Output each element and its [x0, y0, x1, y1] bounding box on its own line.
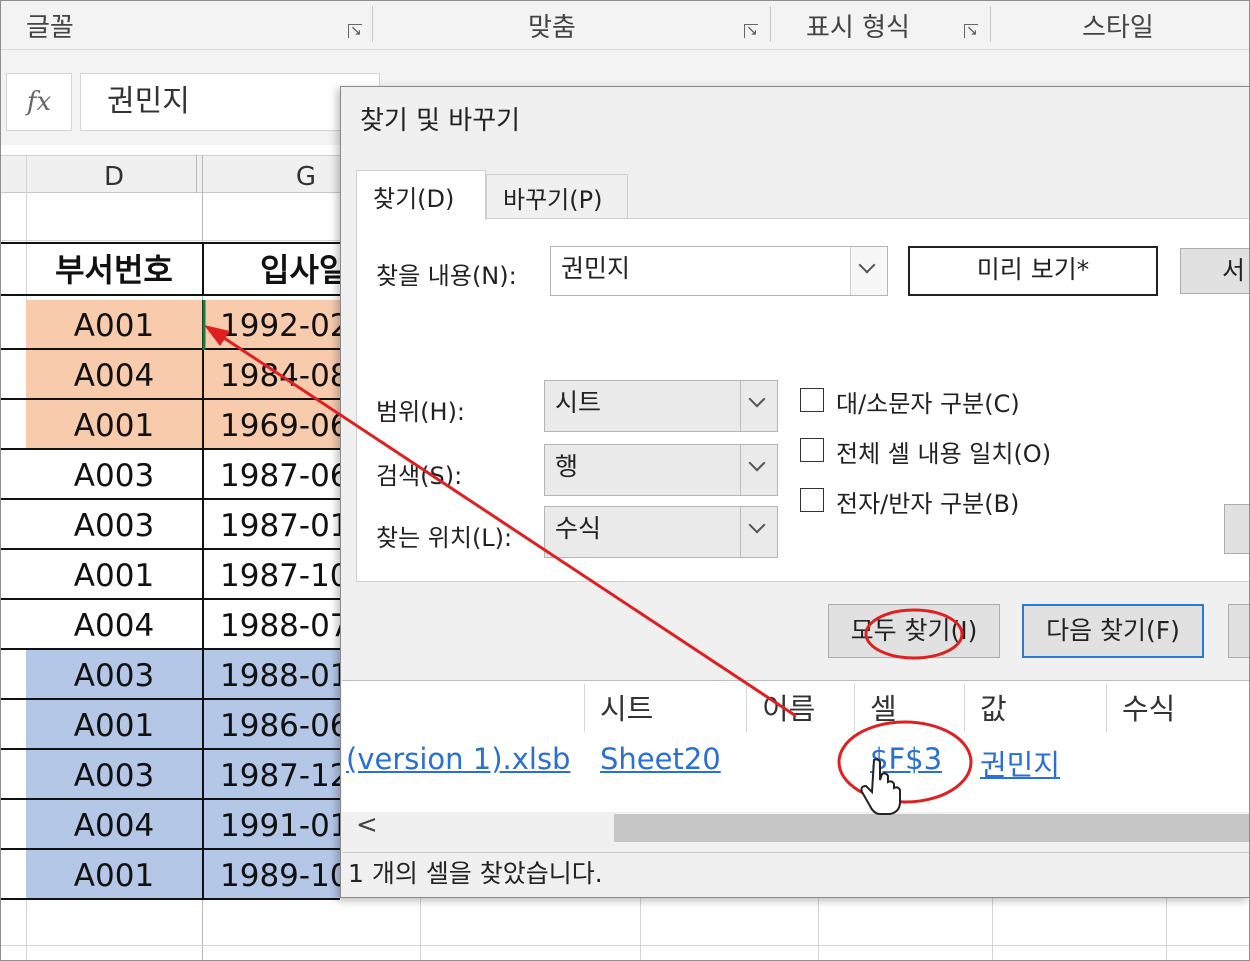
annotation-circle-cell	[837, 720, 973, 804]
hand-cursor-icon	[860, 758, 901, 815]
annotation-overlay	[202, 300, 973, 815]
annotation-arrow	[211, 328, 797, 718]
annotation-arrowhead	[204, 325, 230, 346]
annotation-circle-find-all	[864, 608, 964, 660]
